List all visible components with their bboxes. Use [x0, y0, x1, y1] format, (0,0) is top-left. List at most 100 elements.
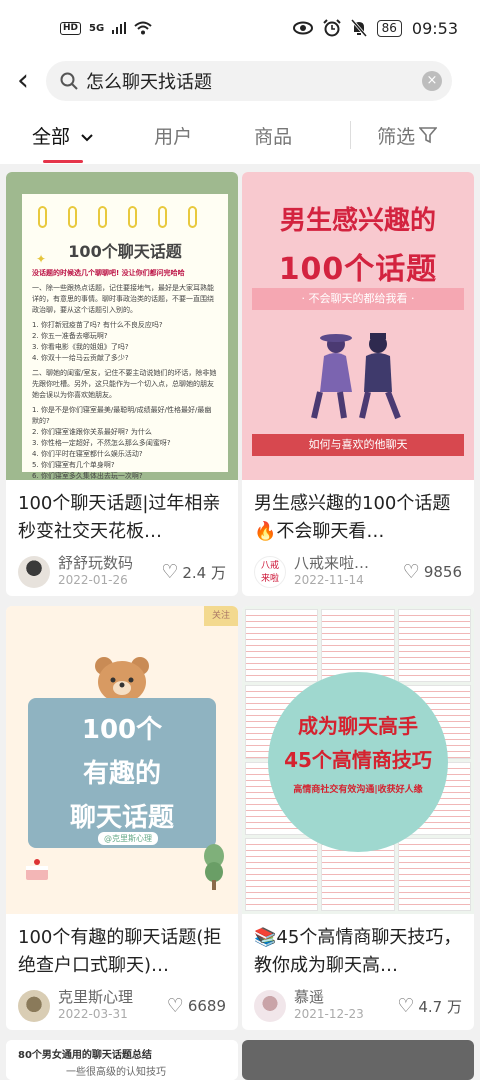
- cover-title: 100个聊天话题: [68, 242, 182, 261]
- clear-icon[interactable]: ×: [422, 71, 442, 91]
- avatar[interactable]: [18, 990, 50, 1022]
- search-input[interactable]: [86, 70, 422, 92]
- cake-icon: [26, 859, 48, 880]
- signal-label: 5G: [89, 22, 105, 34]
- like-count: 4.7 万: [418, 997, 462, 1016]
- note-title[interactable]: 100个有趣的聊天话题(拒绝查户口式聊天)…: [6, 914, 238, 980]
- search-icon: [60, 72, 78, 90]
- status-right: 86 09:53: [292, 18, 458, 38]
- status-bar: HD 5G 86 09:53: [0, 0, 480, 56]
- cover-line: 100个: [81, 715, 163, 745]
- like-count: 2.4 万: [182, 563, 226, 582]
- note-cover[interactable]: 80个男女通用的聊天话题总结 一些很高级的认知技巧: [6, 1040, 238, 1080]
- note-cover[interactable]: [242, 1040, 474, 1080]
- chevron-down-icon: [81, 133, 93, 141]
- like-button[interactable]: ♡ 2.4 万: [161, 561, 226, 583]
- filter-icon: [419, 127, 438, 144]
- hd-icon: HD: [60, 21, 82, 35]
- cover-line: 4. 你双十一给马云贡献了多少?: [32, 354, 129, 362]
- author-info[interactable]: 克里斯心理 2022-03-31: [58, 989, 167, 1023]
- mute-bell-icon: [350, 19, 367, 37]
- note-cover[interactable]: 成为聊天高手 45个高情商技巧 高情商社交有效沟通|收获好人缘: [242, 606, 474, 914]
- author-name: 八戒来啦…: [294, 554, 370, 572]
- tab-all-label: 全部: [32, 125, 71, 148]
- note-cover[interactable]: ✦ 100个聊天话题 没话题的时候选几个聊聊吧! 没让你们都问完哈哈 一、除一些…: [6, 172, 238, 480]
- back-icon[interactable]: ‹: [0, 66, 46, 96]
- cover-corner-tag: 关注: [204, 606, 238, 626]
- like-button[interactable]: ♡ 9856: [403, 561, 462, 583]
- eye-icon: [292, 21, 313, 35]
- cover-heading: 成为聊天高手: [298, 714, 418, 738]
- tab-goods[interactable]: 商品: [254, 122, 292, 149]
- cover-watermark: @克里斯心理: [98, 832, 158, 845]
- tab-all[interactable]: 全部: [32, 122, 94, 163]
- tab-bar: 全部 用户 商品 筛选: [0, 106, 480, 164]
- cover-line: 有趣的: [82, 759, 161, 789]
- clock: 09:53: [411, 18, 458, 38]
- like-count: 6689: [187, 997, 226, 1015]
- cover-line: 4. 你们平时在寝室都什么娱乐活动?: [32, 450, 143, 458]
- note-meta: 克里斯心理 2022-03-31 ♡ 6689: [6, 980, 238, 1026]
- heart-icon: ♡: [397, 995, 415, 1017]
- wifi-icon: [134, 21, 152, 35]
- cover-line: 1. 你打新冠疫苗了吗? 有什么不良反应吗?: [32, 321, 163, 329]
- note-card[interactable]: ✦ 100个聊天话题 没话题的时候选几个聊聊吧! 没让你们都问完哈哈 一、除一些…: [6, 172, 238, 596]
- avatar[interactable]: 八戒 来啦: [254, 556, 286, 588]
- cover-banner: 如何与喜欢的他聊天: [252, 434, 464, 456]
- cover-line: 2. 你五一准备去哪玩啊?: [32, 332, 108, 340]
- like-button[interactable]: ♡ 6689: [167, 995, 226, 1017]
- alarm-icon: [322, 19, 341, 37]
- cover-text: 100个 有趣的 聊天话题: [28, 708, 216, 840]
- heart-icon: ♡: [161, 561, 179, 583]
- note-title[interactable]: 100个聊天话题|过年相亲秒变社交天花板…: [6, 480, 238, 546]
- filter-button[interactable]: 筛选: [377, 122, 438, 149]
- search-box[interactable]: ×: [46, 61, 452, 101]
- cover-heading: 45个高情商技巧: [284, 748, 432, 772]
- post-date: 2022-11-14: [294, 573, 364, 587]
- note-meta: 舒舒玩数码 2022-01-26 ♡ 2.4 万: [6, 546, 238, 592]
- cover-line: 3. 你性格一定超好，不然怎么那么多闺蜜呀?: [32, 439, 171, 447]
- author-info[interactable]: 舒舒玩数码 2022-01-26: [58, 555, 161, 589]
- note-card[interactable]: 男生感兴趣的 100个话题 · 不会聊天的都给我看 · 如何与喜欢的他聊天 男生…: [242, 172, 474, 596]
- note-card[interactable]: 成为聊天高手 45个高情商技巧 高情商社交有效沟通|收获好人缘 📚45个高情商聊…: [242, 606, 474, 1030]
- cover-line: 6. 你们寝室多久集体出去玩一次啊?: [32, 472, 143, 480]
- note-card[interactable]: 关注 100个 有趣的 聊天话题 @克里斯心理 100个有趣的聊天话题(拒绝查户…: [6, 606, 238, 1030]
- filter-label: 筛选: [377, 125, 416, 148]
- note-card[interactable]: [242, 1040, 474, 1080]
- couple-illustration: [311, 333, 401, 420]
- cover-subtitle: 高情商社交有效沟通|收获好人缘: [293, 785, 423, 795]
- author-info[interactable]: 慕遥 2021-12-23: [294, 989, 397, 1023]
- cover-heading: 100个话题: [278, 252, 438, 287]
- note-title[interactable]: 📚45个高情商聊天技巧，教你成为聊天高…: [242, 914, 474, 980]
- note-title[interactable]: 男生感兴趣的100个话题🔥不会聊天看…: [242, 480, 474, 546]
- cover-subtitle: · 不会聊天的都给我看 ·: [252, 288, 464, 310]
- post-date: 2021-12-23: [294, 1007, 364, 1021]
- search-bar: ‹ ×: [0, 56, 480, 106]
- note-cover[interactable]: 关注 100个 有趣的 聊天话题 @克里斯心理: [6, 606, 238, 914]
- post-date: 2022-01-26: [58, 573, 128, 587]
- cover-heading: 男生感兴趣的: [279, 206, 436, 236]
- signal-icon: [112, 22, 127, 34]
- cover-text: 没话题的时候选几个聊聊吧! 没让你们都问完哈哈 一、除一些跟热点话题，记住要接地…: [32, 268, 218, 480]
- tab-users[interactable]: 用户: [154, 122, 192, 149]
- note-meta: 慕遥 2021-12-23 ♡ 4.7 万: [242, 980, 474, 1026]
- cover-line: 二、聊她的闺蜜/室友，记住不要主动说她们的坏话，除非她先跟你吐槽。另外，这只能作…: [32, 369, 217, 399]
- note-card[interactable]: 80个男女通用的聊天话题总结 一些很高级的认知技巧: [6, 1040, 238, 1080]
- cover-paper: ✦ 100个聊天话题 没话题的时候选几个聊聊吧! 没让你们都问完哈哈 一、除一些…: [22, 194, 228, 480]
- avatar[interactable]: [254, 990, 286, 1022]
- cover-line: 3. 你看电影《我的姐姐》了吗?: [32, 343, 129, 351]
- cover-subtitle: 一些很高级的认知技巧: [66, 1067, 166, 1078]
- cover-line: 1. 你是不是你们寝室最美/最聪明/成绩最好/性格最好/最幽默的?: [32, 406, 212, 425]
- heart-icon: ♡: [166, 995, 184, 1017]
- note-cover[interactable]: 男生感兴趣的 100个话题 · 不会聊天的都给我看 · 如何与喜欢的他聊天: [242, 172, 474, 480]
- post-date: 2022-03-31: [58, 1007, 128, 1021]
- avatar[interactable]: [18, 556, 50, 588]
- battery-icon: 86: [376, 19, 402, 37]
- note-meta: 八戒 来啦 八戒来啦… 2022-11-14 ♡ 9856: [242, 546, 474, 592]
- heart-icon: ♡: [402, 561, 420, 583]
- tab-divider: [350, 121, 352, 149]
- author-info[interactable]: 八戒来啦… 2022-11-14: [294, 555, 403, 589]
- cover-line: 5. 你们寝室有几个单身啊?: [32, 461, 115, 469]
- author-name: 克里斯心理: [58, 988, 134, 1006]
- like-button[interactable]: ♡ 4.7 万: [397, 995, 462, 1017]
